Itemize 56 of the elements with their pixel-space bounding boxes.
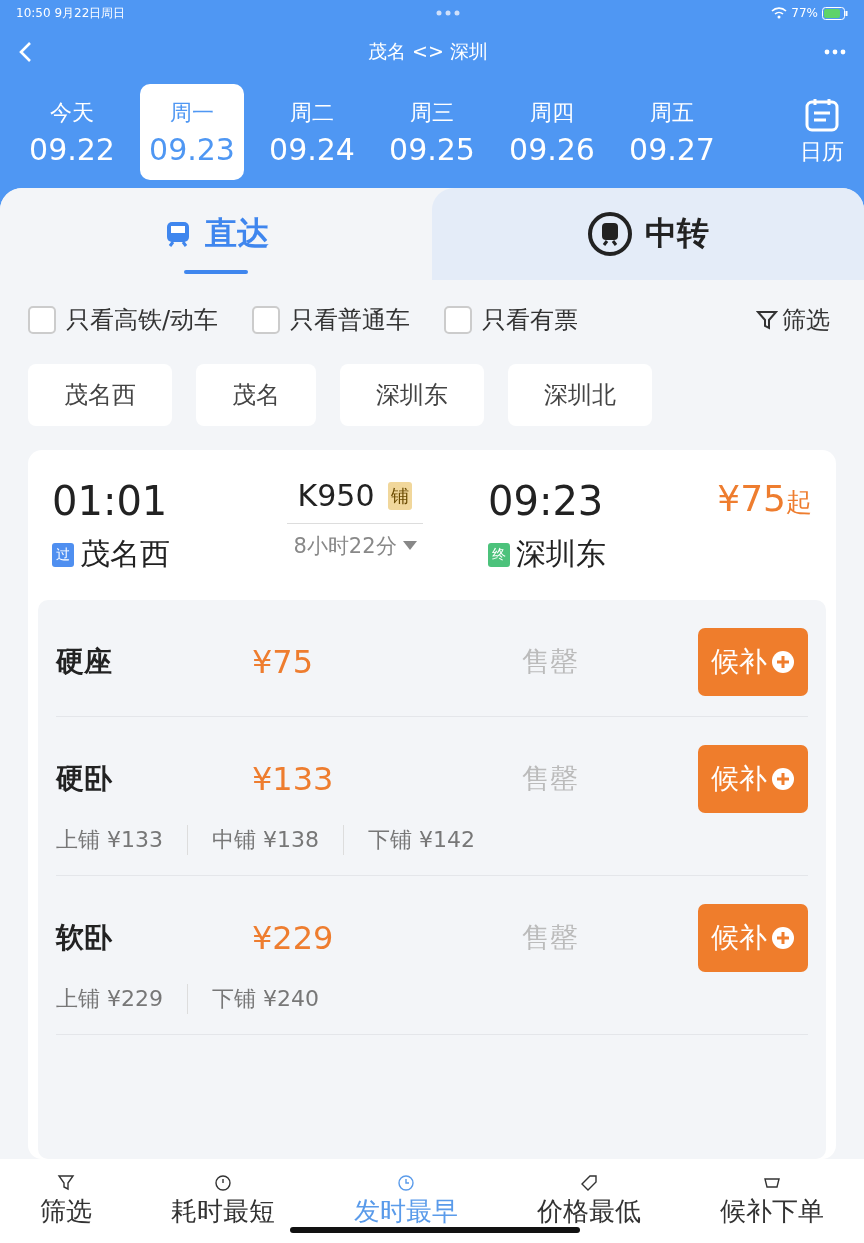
battery-icon: [822, 6, 848, 20]
depart-time: 01:01: [52, 478, 169, 524]
clock-icon: [396, 1173, 415, 1192]
filter-icon: [756, 309, 778, 331]
mode-tab[interactable]: 中转: [432, 188, 864, 280]
pass-tag: 过: [52, 542, 74, 567]
seat-type: 软卧: [56, 920, 113, 956]
train-circle-icon: [587, 211, 633, 257]
seat-type: 硬卧: [56, 761, 113, 797]
route-title: 茂名 <> 深圳: [368, 39, 488, 64]
plus-icon: [771, 926, 795, 950]
filter-checkbox[interactable]: 只看有票: [444, 304, 579, 336]
filter-checkbox[interactable]: 只看高铁/动车: [28, 304, 219, 336]
depart-station: 茂名西: [80, 535, 170, 573]
berth-price: 中铺 ¥138: [187, 825, 343, 855]
station-chip[interactable]: 深圳北: [508, 364, 652, 426]
duration-toggle[interactable]: 8小时22分: [287, 523, 423, 560]
berth-price: 下铺 ¥142: [342, 825, 499, 855]
berth-price: 下铺 ¥240: [187, 984, 343, 1014]
berth-price: 上铺 ¥133: [56, 826, 164, 854]
timer-icon: [213, 1173, 232, 1192]
sort-tab[interactable]: 耗时最短: [164, 1172, 281, 1230]
berth-badge: 铺: [388, 481, 413, 510]
lowest-price: ¥75起: [717, 478, 812, 521]
battery-percent: 77%: [791, 6, 818, 20]
plus-icon: [771, 650, 795, 674]
arrive-station: 深圳东: [516, 535, 606, 573]
more-icon[interactable]: [824, 49, 846, 55]
sort-tab[interactable]: 候补下单: [714, 1172, 831, 1230]
seat-price: ¥133: [252, 760, 335, 798]
train-number: K950: [297, 478, 375, 513]
filter-icon: [56, 1173, 75, 1192]
more-dots-icon: [436, 10, 461, 16]
calendar-icon: [804, 97, 840, 133]
station-chip[interactable]: 深圳东: [340, 364, 484, 426]
sold-out-label: 售罄: [522, 920, 579, 956]
berth-price: 上铺 ¥229: [56, 985, 164, 1013]
sort-tab[interactable]: 价格最低: [531, 1172, 648, 1230]
tag-icon: [580, 1173, 599, 1192]
arrive-time: 09:23: [488, 478, 605, 524]
station-chip[interactable]: 茂名: [196, 364, 316, 426]
sold-out-label: 售罄: [522, 761, 579, 797]
status-time: 10:50 9月22日周日: [16, 4, 126, 22]
sort-tab[interactable]: 筛选: [33, 1172, 98, 1230]
plus-icon: [771, 767, 795, 791]
seat-type: 硬座: [56, 644, 113, 680]
caret-icon: [402, 541, 417, 551]
terminal-tag: 终: [488, 542, 510, 567]
filter-button[interactable]: 筛选: [750, 303, 836, 337]
seat-price: ¥229: [252, 919, 335, 957]
filter-checkbox[interactable]: 只看普通车: [252, 304, 411, 336]
back-icon[interactable]: [18, 41, 32, 63]
seat-price: ¥75: [252, 643, 315, 681]
sold-out-label: 售罄: [522, 644, 579, 680]
station-chip[interactable]: 茂名西: [28, 364, 172, 426]
wifi-icon: [771, 7, 788, 19]
